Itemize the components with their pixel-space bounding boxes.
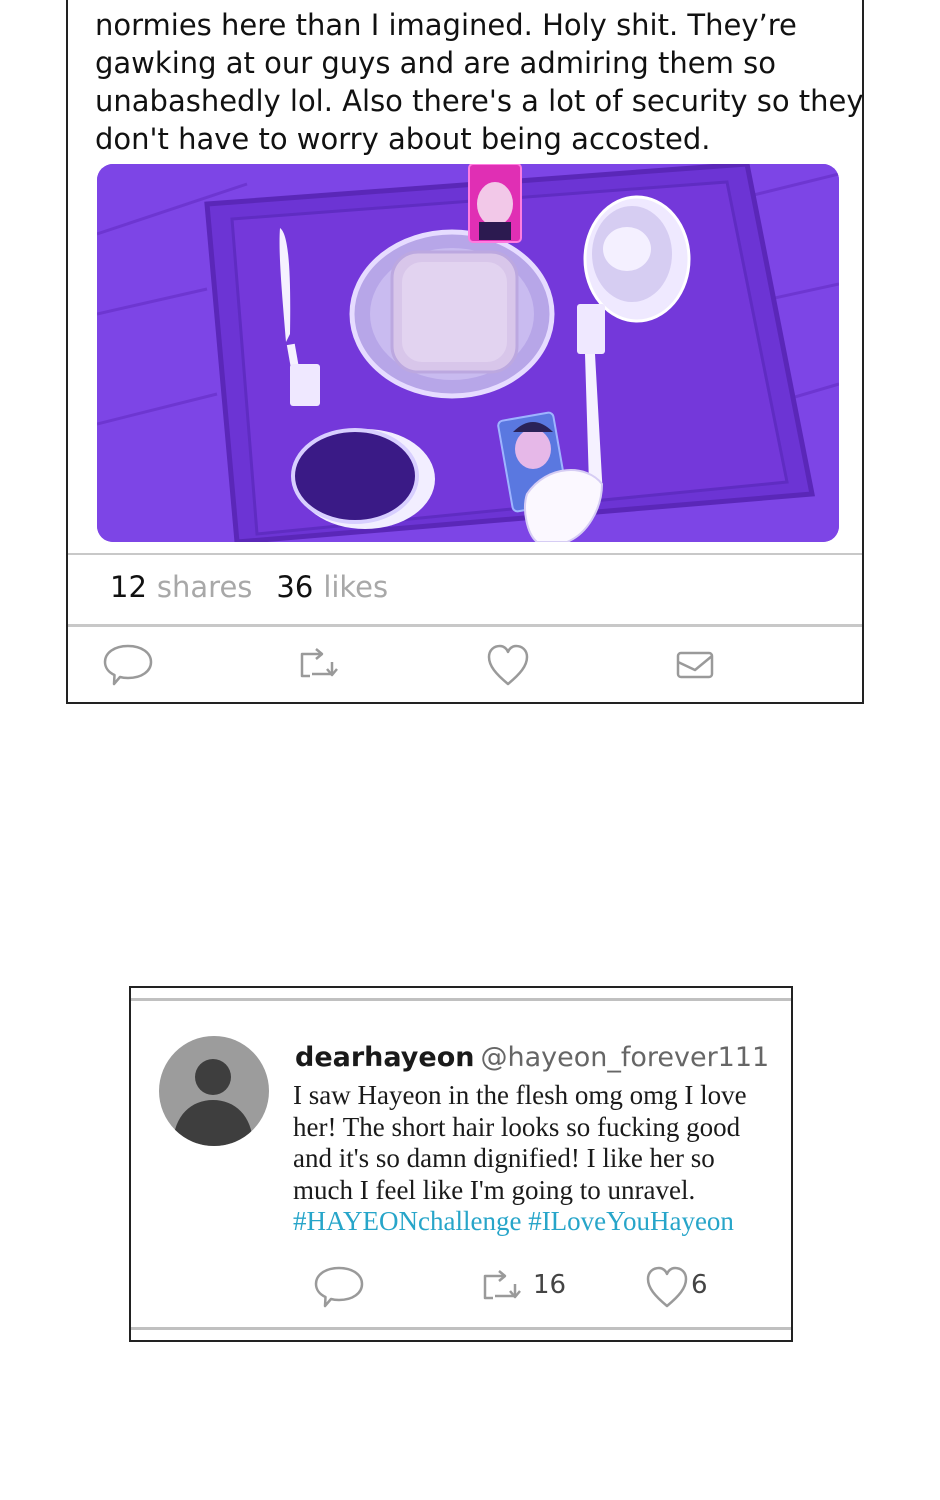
shares-label: shares xyxy=(156,570,253,604)
hashtags[interactable]: #HAYEONchallenge #ILoveYouHayeon xyxy=(293,1206,783,1238)
shares-count: 12 xyxy=(110,570,147,604)
avatar[interactable] xyxy=(159,1036,269,1146)
mail-icon xyxy=(676,651,714,679)
retweet-icon xyxy=(483,1270,521,1300)
username[interactable]: dearhayeon xyxy=(295,1042,474,1073)
post-card-1: normies here than I imagined. Holy shit.… xyxy=(66,0,864,704)
post-body-line: her! The short hair looks so fucking goo… xyxy=(293,1111,741,1142)
heart-icon xyxy=(487,644,529,686)
like-button[interactable] xyxy=(641,1264,693,1310)
post-actions: 16 6 xyxy=(131,1266,791,1312)
post-text-line: normies here than I imagined. Holy shit.… xyxy=(95,8,797,42)
retweet-icon xyxy=(300,648,338,678)
user-handle[interactable]: @hayeon_forever111 xyxy=(480,1042,769,1073)
post-stats: 12 shares 36 likes xyxy=(110,570,388,604)
mail-button[interactable] xyxy=(669,642,721,688)
post-text-line: don't have to worry about being accosted… xyxy=(95,122,711,156)
reply-icon xyxy=(103,644,153,686)
post-text-line: unabashedly lol. Also there's a lot of s… xyxy=(95,84,864,118)
reply-icon xyxy=(314,1266,364,1308)
reply-button[interactable] xyxy=(102,642,154,688)
retweet-button[interactable] xyxy=(475,1264,527,1310)
divider xyxy=(68,624,862,627)
user-silhouette-icon xyxy=(173,1059,253,1146)
likes-count: 36 xyxy=(276,570,314,604)
retweet-count: 16 xyxy=(533,1270,567,1300)
post-image-table-setting[interactable] xyxy=(97,164,839,542)
retweet-button[interactable] xyxy=(292,642,344,688)
like-button[interactable] xyxy=(482,642,534,688)
author-line: dearhayeon @hayeon_forever111 xyxy=(295,1042,769,1073)
like-count: 6 xyxy=(691,1270,708,1300)
table-setting-illustration xyxy=(97,164,839,542)
divider xyxy=(131,1327,791,1330)
reply-button[interactable] xyxy=(313,1264,365,1310)
post-body-line: I saw Hayeon in the flesh omg omg I love xyxy=(293,1080,747,1110)
post-actions xyxy=(68,642,862,692)
post-body: I saw Hayeon in the flesh omg omg I love… xyxy=(293,1080,783,1238)
post-card-2: dearhayeon @hayeon_forever111 I saw Hayeo… xyxy=(129,986,793,1342)
likes-label: likes xyxy=(323,570,389,604)
post-body-line: much I feel like I'm going to unravel. xyxy=(293,1174,696,1205)
post-text: normies here than I imagined. Holy shit.… xyxy=(95,6,864,158)
divider xyxy=(68,553,862,555)
post-body-line: and it's so damn dignified! I like her s… xyxy=(293,1143,715,1173)
divider xyxy=(131,998,791,1001)
post-text-line: gawking at our guys and are admiring the… xyxy=(95,46,776,80)
heart-icon xyxy=(646,1266,688,1308)
